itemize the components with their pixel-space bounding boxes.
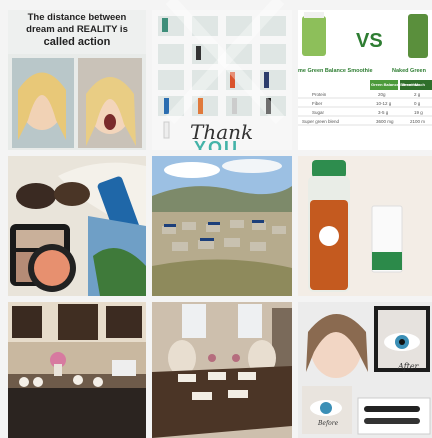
photo-grid: The distance between dream and REALITY i… — [0, 0, 432, 438]
compare-row-a: 3-5 g — [378, 110, 389, 115]
post-smoothie-comparison[interactable]: VS me Green Balance Smoothie Naked Green… — [298, 10, 432, 150]
post-products-thank-you[interactable]: Thank YOU — [152, 10, 292, 150]
before-label: Before — [318, 420, 339, 427]
compare-row: Protein 20g 2 g — [298, 90, 432, 99]
post-tea-bottle[interactable] — [298, 156, 432, 296]
compare-row-b: 2100 m — [410, 119, 426, 124]
dream-quote-line2: dream and REALITY is — [26, 24, 128, 35]
post-dream-quote[interactable]: The distance between dream and REALITY i… — [8, 10, 146, 150]
compare-row-label: Sugar — [312, 110, 325, 115]
post-dining-room[interactable] — [152, 302, 292, 438]
compare-row: Fiber 10-12 g 0 g — [298, 99, 432, 108]
post-beach-flatlay[interactable] — [8, 156, 146, 296]
dream-quote-caption: The distance between dream and REALITY i… — [8, 10, 146, 54]
compare-row-b: 0 g — [414, 101, 421, 106]
compare-header-right: Green Mach — [402, 82, 425, 87]
compare-row-label: Super green blend — [302, 119, 340, 124]
post-kitchen[interactable] — [8, 302, 146, 438]
after-label: After — [398, 362, 419, 371]
kitchen-image — [8, 302, 146, 438]
you-text: YOU — [194, 138, 240, 150]
compare-row: Super green blend 3600 mg 2100 m — [298, 117, 432, 126]
beach-flatlay-image — [8, 156, 146, 296]
compare-row-a: 3600 mg — [376, 119, 394, 124]
compare-row-label: Fiber — [312, 101, 323, 106]
dream-quote-line3: called action — [43, 36, 111, 48]
compare-row-b: 2 g — [414, 92, 421, 97]
compare-row-b: 19 g — [414, 110, 423, 115]
dining-room-image — [152, 302, 292, 438]
village-landscape-image — [152, 156, 292, 296]
versus-label: VS — [356, 30, 383, 52]
compare-row-label: Protein — [312, 92, 327, 97]
post-lash-before-after[interactable]: After Before — [298, 302, 432, 438]
post-village-landscape[interactable] — [152, 156, 292, 296]
dream-quote-line1: The distance between — [27, 12, 127, 23]
tea-bottle-image — [298, 156, 432, 296]
compare-row: Sugar 3-5 g 19 g — [298, 108, 432, 117]
compare-right-name: Naked Green — [392, 68, 426, 74]
compare-left-name: me Green Balance Smoothie — [298, 68, 373, 74]
compare-row-a: 20g — [378, 92, 386, 97]
compare-row-a: 10-12 g — [376, 101, 392, 106]
